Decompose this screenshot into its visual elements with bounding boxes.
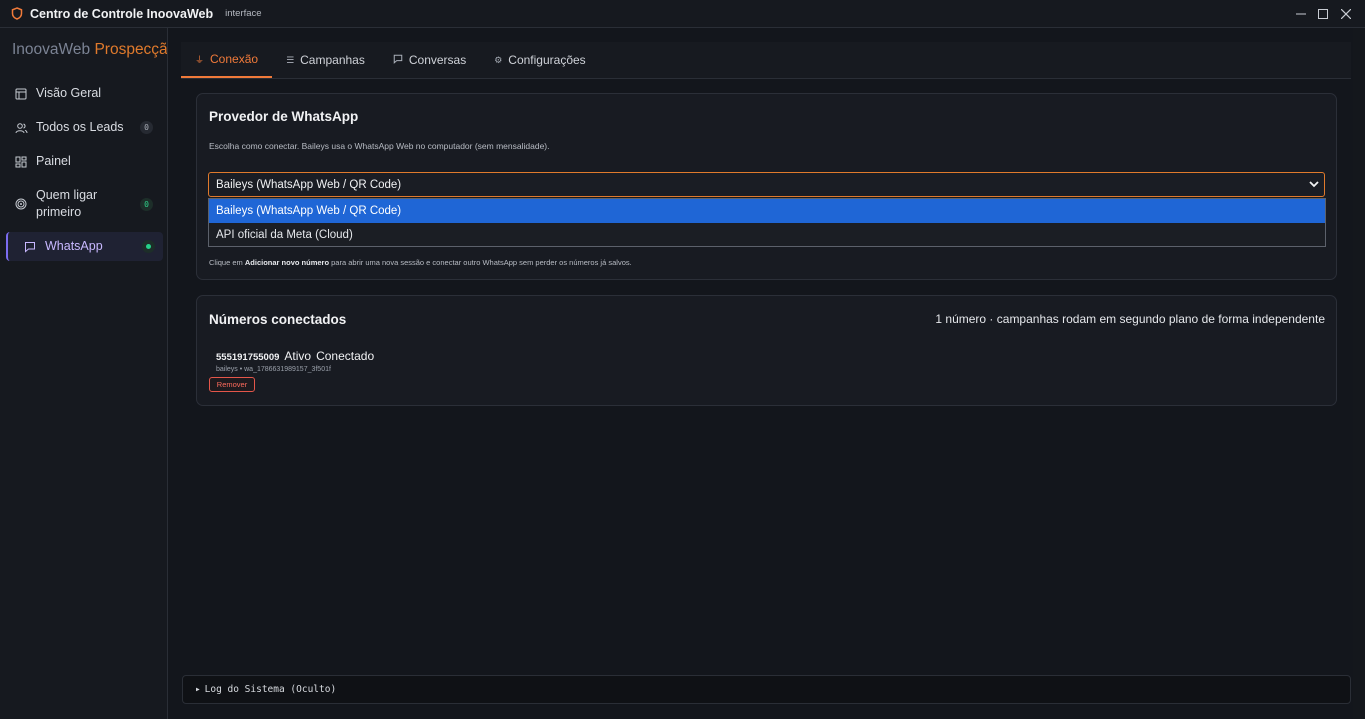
provider-card: Provedor de WhatsApp Escolha como conect… <box>196 93 1337 280</box>
grid-icon <box>14 155 28 169</box>
remove-button[interactable]: Remover <box>209 377 255 392</box>
connected-summary: 1 número · campanhas rodam em segundo pl… <box>935 312 1325 326</box>
connected-numbers-card: Números conectados 1 número · campanhas … <box>196 295 1337 406</box>
dropdown-option[interactable]: API oficial da Meta (Cloud) <box>209 223 1325 247</box>
brand-logo: InoovaWeb Prospecção <box>12 41 167 59</box>
provider-select-value: Baileys (WhatsApp Web / QR Code) <box>216 178 402 191</box>
users-icon <box>14 121 28 135</box>
count-badge: 0 <box>140 197 153 211</box>
sidebar-item-visao-geral[interactable]: Visão Geral <box>6 84 161 103</box>
sidebar-item-label: Quem ligar primeiro <box>36 188 98 219</box>
tab-label: Campanhas <box>300 53 365 67</box>
tab-label: Configurações <box>508 53 586 67</box>
title-bar: Centro de Controle InoovaWeb interface <box>0 0 1365 28</box>
sidebar-item-label: Visão Geral <box>36 86 102 100</box>
provider-select[interactable]: Baileys (WhatsApp Web / QR Code) <box>208 172 1325 197</box>
tab-campanhas[interactable]: ☰ Campanhas <box>272 42 379 78</box>
scrollbar[interactable] <box>1353 28 1365 719</box>
phone-number: 555191755009 <box>216 352 280 363</box>
add-number-hint: Clique em Adicionar novo número para abr… <box>209 258 632 267</box>
number-row: 555191755009 Ativo Conectado <box>216 349 374 363</box>
sidebar-item-label: Todos os Leads <box>36 120 124 134</box>
maximize-icon[interactable] <box>1312 0 1334 27</box>
session-meta: baileys • wa_1786631989157_3f501f <box>216 366 331 373</box>
tab-bar: ⏚ Conexão ☰ Campanhas Conversas ⚙ Config… <box>181 42 1351 79</box>
tab-conexao[interactable]: ⏚ Conexão <box>181 42 273 78</box>
tab-configuracoes[interactable]: ⚙ Configurações <box>480 42 599 78</box>
sidebar-item-todos-os-leads[interactable]: Todos os Leads 0 <box>6 118 161 137</box>
tab-label: Conexão <box>210 52 259 66</box>
connected-title: Números conectados <box>209 312 347 327</box>
minimize-icon[interactable] <box>1290 0 1312 27</box>
window-subtitle: interface <box>225 8 262 19</box>
plug-icon: ⏚ <box>195 54 205 65</box>
list-icon: ☰ <box>286 54 295 65</box>
close-icon[interactable] <box>1335 0 1357 27</box>
sidebar-item-whatsapp[interactable]: WhatsApp <box>6 232 163 261</box>
chat-icon <box>23 240 37 254</box>
shield-icon <box>11 7 23 20</box>
tab-conversas[interactable]: Conversas <box>379 42 480 78</box>
sidebar-item-label: Painel <box>36 154 71 168</box>
connection-badge: Conectado <box>316 349 375 363</box>
hint-prefix: Clique em <box>209 258 245 267</box>
window-title: Centro de Controle InoovaWeb <box>30 6 214 21</box>
layout-icon <box>14 87 28 101</box>
gear-icon: ⚙ <box>494 54 503 65</box>
target-icon <box>14 197 28 211</box>
chevron-down-icon <box>1308 178 1320 193</box>
system-log-toggle[interactable]: ▶ Log do Sistema (Oculto) <box>182 675 1351 704</box>
brand-name: InoovaWeb <box>12 41 91 58</box>
sidebar-item-quem-ligar-primeiro[interactable]: Quem ligar primeiro 0 <box>6 186 161 222</box>
count-badge: 0 <box>140 121 153 134</box>
provider-title: Provedor de WhatsApp <box>209 109 359 124</box>
sidebar: InoovaWeb Prospecção Visão Geral Todos o… <box>0 28 168 719</box>
sidebar-item-label: WhatsApp <box>45 239 103 253</box>
triangle-right-icon: ▶ <box>196 686 200 693</box>
status-dot <box>142 240 155 253</box>
log-label: Log do Sistema (Oculto) <box>204 684 337 695</box>
status-badge: Ativo <box>284 349 312 363</box>
brand-suffix: Prospecção <box>94 41 167 58</box>
dropdown-option[interactable]: Baileys (WhatsApp Web / QR Code) <box>209 199 1325 223</box>
provider-description: Escolha como conectar. Baileys usa o Wha… <box>209 141 550 151</box>
hint-bold: Adicionar novo número <box>244 258 330 267</box>
tab-label: Conversas <box>408 53 467 67</box>
sidebar-item-painel[interactable]: Painel <box>6 152 161 171</box>
chat-icon <box>393 54 403 66</box>
provider-dropdown: Baileys (WhatsApp Web / QR Code) API ofi… <box>208 198 1326 247</box>
hint-suffix: para abrir uma nova sessão e conectar ou… <box>329 258 632 267</box>
